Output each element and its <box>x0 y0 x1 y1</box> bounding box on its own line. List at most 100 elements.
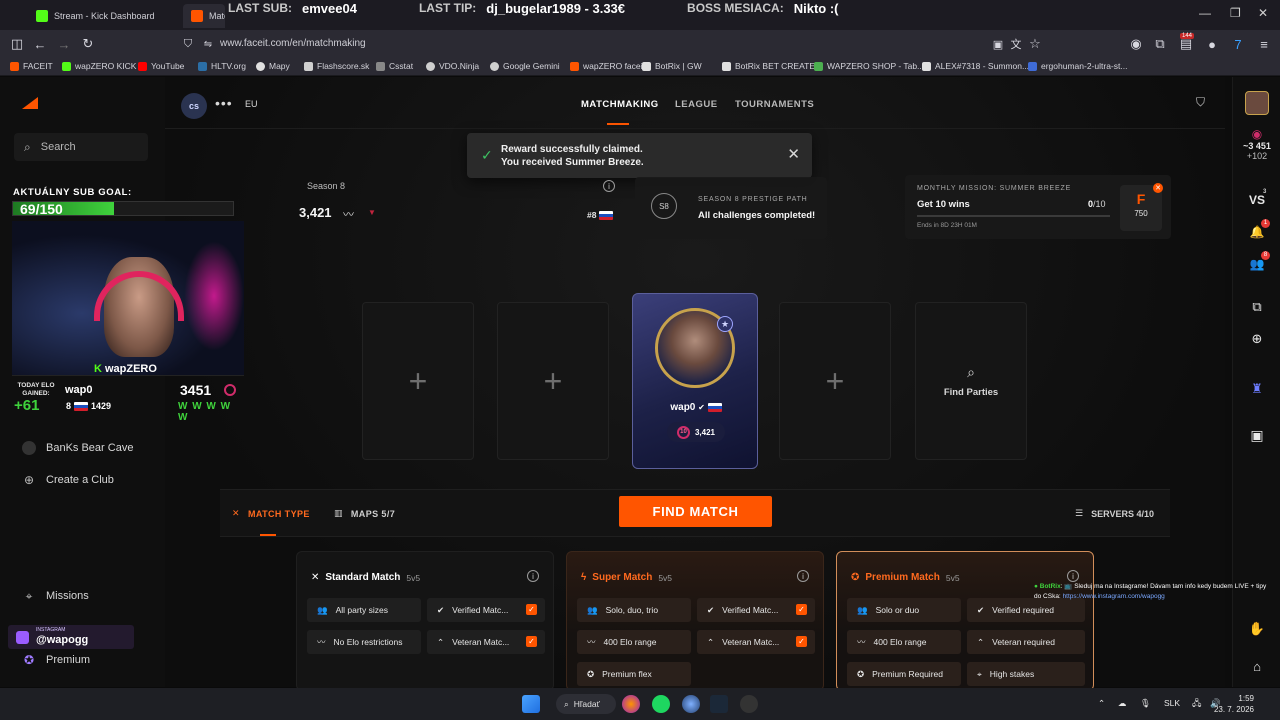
tab-matchmaking[interactable]: Matchmaking <box>183 4 225 28</box>
checkbox-checked-icon[interactable]: ✓ <box>526 604 537 615</box>
info-icon[interactable]: i <box>603 180 615 192</box>
taskbar-clock[interactable]: 1:59 23. 7. 2026 <box>1214 693 1254 715</box>
sidebar-item-missions[interactable]: ⌖ Missions <box>22 589 89 603</box>
feature-verified[interactable]: ✔ Verified Matc... ✓ <box>427 598 545 622</box>
start-icon[interactable] <box>522 695 540 713</box>
url-field[interactable]: www.faceit.com/en/matchmaking <box>220 38 366 49</box>
hub-button[interactable]: ▣ <box>1233 427 1280 444</box>
bookmark-youtube[interactable]: YouTube <box>138 61 184 71</box>
obs-icon[interactable] <box>740 695 758 713</box>
menu-icon[interactable]: ≡ <box>1254 34 1274 54</box>
feature-veteran[interactable]: ⌃ Veteran Matc... ✓ <box>427 630 545 654</box>
parties-button[interactable]: ⧉ <box>1233 299 1280 315</box>
profile-avatar-icon[interactable]: ● <box>1202 34 1222 54</box>
profile-avatar[interactable] <box>1233 91 1280 115</box>
add-button[interactable]: ⊕ <box>1233 331 1280 347</box>
party-slot-invite[interactable]: + <box>362 302 474 460</box>
match-card-standard[interactable]: ✕ Standard Match 5v5 i 👥 All party sizes … <box>296 551 554 691</box>
back-icon[interactable]: ← <box>30 34 50 54</box>
bookmark-mapy[interactable]: Mapy <box>256 61 290 71</box>
checkbox-checked-icon[interactable]: ✓ <box>796 636 807 647</box>
info-icon[interactable]: i <box>797 570 809 582</box>
region-label[interactable]: EU <box>245 99 258 109</box>
bookmark-hltv[interactable]: HLTV.org <box>198 61 246 71</box>
cloud-icon[interactable]: ☁ <box>1118 698 1127 709</box>
mission-dismiss-icon[interactable]: ✕ <box>1153 183 1163 193</box>
bookmark-wapzero-shop[interactable]: WAPZERO SHOP - Tab... <box>814 61 924 71</box>
account-icon[interactable]: ◉ <box>1126 34 1146 54</box>
bookmark-star-icon[interactable]: ☆ <box>1025 34 1045 54</box>
club-button[interactable]: ♜ <box>1233 381 1280 397</box>
monthly-mission-card[interactable]: MONTHLY MISSION: SUMMER BREEZE Get 10 wi… <box>905 175 1171 239</box>
reader-icon[interactable]: ▣ <box>988 34 1008 54</box>
bookmark-wapzero-kick[interactable]: wapZERO KICK <box>62 61 136 71</box>
player-card[interactable]: ★ wap0 ✔ 10 3,421 <box>632 293 758 469</box>
feature-verified[interactable]: ✔ Verified Matc... ✓ <box>697 598 815 622</box>
app-icon[interactable] <box>682 695 700 713</box>
bookmark-csstat[interactable]: Csstat <box>376 61 413 71</box>
party-slot-invite[interactable]: + <box>779 302 891 460</box>
bookmark-flashscore[interactable]: Flashscore.sk <box>304 61 369 71</box>
feature-veteran[interactable]: ⌃ Veteran Matc... ✓ <box>697 630 815 654</box>
match-card-super[interactable]: ϟ Super Match 5v5 i 👥 Solo, duo, trio ✔ Ve… <box>566 551 824 691</box>
bookmark-botrix-bet[interactable]: BotRix BET CREATE <box>722 61 815 71</box>
bookmark-wapzero-faceit[interactable]: wapZERO faceit <box>570 61 645 71</box>
versus-button[interactable]: VS 3 <box>1233 189 1280 207</box>
firefox-icon[interactable] <box>622 695 640 713</box>
anticheat-shield-icon[interactable]: ⛉ <box>1196 95 1205 110</box>
microphone-icon[interactable]: 🎙 <box>1140 698 1151 709</box>
chevron-down-icon[interactable]: ▼ <box>368 208 376 217</box>
bookmark-alex[interactable]: ALEX#7318 - Summon... <box>922 61 1029 71</box>
party-slot-invite[interactable]: + <box>497 302 609 460</box>
friends-button[interactable]: 👥 8 <box>1233 251 1280 271</box>
find-parties-button[interactable]: ⌕ Find Parties <box>915 302 1027 460</box>
tab-maps[interactable]: ▥ MAPS 5/7 <box>334 508 395 519</box>
store-button[interactable]: ⌂ <box>1233 659 1280 674</box>
prestige-path-card[interactable]: S8 SEASON 8 PRESTIGE PATH All challenges… <box>635 177 827 239</box>
info-icon[interactable]: i <box>1067 570 1079 582</box>
steam-icon[interactable] <box>710 695 728 713</box>
bookmark-gemini[interactable]: Google Gemini <box>490 61 560 71</box>
faceit-logo-icon[interactable] <box>22 97 38 109</box>
faceit-points[interactable]: ◉ ~3 451 +102 <box>1233 127 1280 161</box>
close-icon[interactable]: ✕ <box>787 145 800 163</box>
taskbar-search[interactable]: ⌕ Hľadať <box>556 694 616 714</box>
sidebar-item-premium[interactable]: ✪ Premium <box>22 653 90 667</box>
sidebar-item-create-club[interactable]: ⊕ Create a Club <box>22 473 114 487</box>
extensions-icon[interactable]: ⧉ <box>1150 34 1170 54</box>
game-selector-cs2[interactable]: cs <box>181 93 207 119</box>
reload-icon[interactable]: ↻ <box>78 34 98 54</box>
find-match-button[interactable]: FIND MATCH <box>619 496 772 527</box>
bookmark-botrix-gw[interactable]: BotRix | GW <box>642 61 702 71</box>
tab-match-type[interactable]: ✕ MATCH TYPE <box>232 508 310 519</box>
servers-selector[interactable]: ☰ SERVERS 4/10 <box>1075 508 1154 519</box>
checkbox-checked-icon[interactable]: ✓ <box>526 636 537 647</box>
bookmark-vdoninja[interactable]: VDO.Ninja <box>426 61 479 71</box>
nav-tournaments[interactable]: TOURNAMENTS <box>735 99 814 110</box>
site-settings-icon[interactable]: ⇋ <box>198 34 218 54</box>
tab-kick-dashboard[interactable]: Stream - Kick Dashboard <box>28 4 178 28</box>
search-input[interactable]: ⌕ Search <box>14 133 148 161</box>
match-card-premium[interactable]: ✪ Premium Match 5v5 i 👥 Solo or duo ✔ Veri… <box>836 551 1094 691</box>
close-window-icon[interactable]: ✕ <box>1258 6 1268 20</box>
network-icon[interactable]: 🖧 <box>1192 698 1201 712</box>
minimize-icon[interactable]: — <box>1199 6 1211 20</box>
notifications-button[interactable]: 🔔 1 <box>1233 219 1280 239</box>
info-icon[interactable]: i <box>527 570 539 582</box>
extension-7tv-icon[interactable]: 7 <box>1228 34 1248 54</box>
sidebar-item-banks-bear-cave[interactable]: BanKs Bear Cave <box>22 441 133 455</box>
maximize-icon[interactable]: ❐ <box>1230 6 1241 20</box>
more-options-icon[interactable]: ••• <box>215 95 233 111</box>
forward-icon[interactable]: → <box>54 34 74 54</box>
spotify-icon[interactable] <box>652 695 670 713</box>
nav-matchmaking[interactable]: MATCHMAKING <box>581 99 659 110</box>
bookmark-faceit[interactable]: FACEIT <box>10 61 53 71</box>
chevron-up-icon[interactable]: ⌃ <box>1098 698 1105 709</box>
nav-league[interactable]: LEAGUE <box>675 99 718 110</box>
language-indicator[interactable]: SLK <box>1164 698 1180 708</box>
sidebar-toggle-icon[interactable]: ◫ <box>7 34 27 54</box>
shield-icon[interactable]: ⛉ <box>178 34 198 54</box>
translate-icon[interactable]: 文 <box>1006 34 1026 54</box>
bookmark-ergohuman[interactable]: ergohuman-2-ultra-st... <box>1028 61 1127 71</box>
checkbox-checked-icon[interactable]: ✓ <box>796 604 807 615</box>
